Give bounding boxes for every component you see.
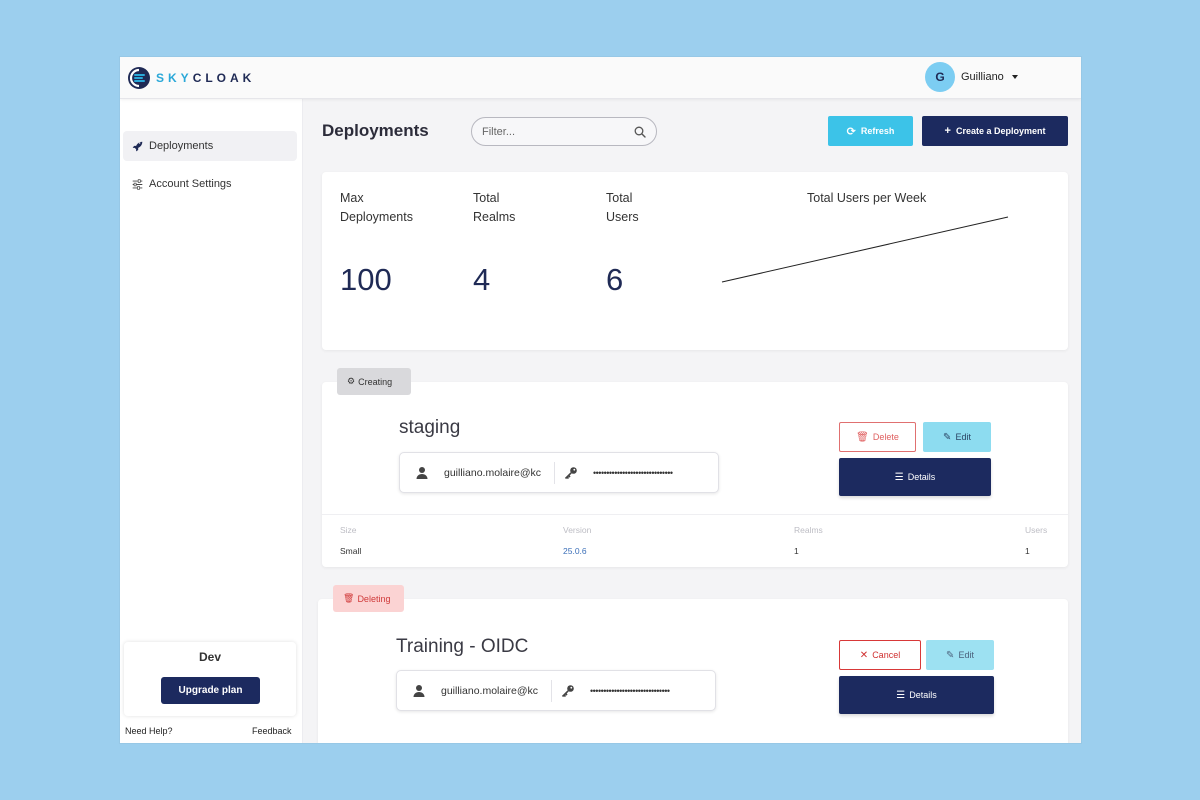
stat-label: Total Users — [606, 191, 639, 224]
pencil-icon: ✎ — [946, 649, 955, 661]
sliders-icon — [130, 177, 144, 191]
app-window: SKYCLOAK G Guilliano Deployments Account… — [120, 57, 1081, 743]
gear-icon: ⚙ — [347, 376, 356, 386]
divider — [551, 679, 552, 702]
meta-value: Small — [340, 546, 362, 556]
meta-value: 1 — [1025, 546, 1030, 556]
filter-box[interactable] — [471, 117, 657, 146]
create-deployment-label: Create a Deployment — [955, 126, 1046, 136]
plan-card: Dev Upgrade plan — [124, 642, 296, 716]
cancel-label: Cancel — [872, 650, 901, 660]
status-label: Creating — [358, 376, 393, 387]
trash-icon: 🗑 — [856, 431, 869, 443]
username-field[interactable]: guilliano.molaire@kc — [441, 685, 547, 697]
meta-version: Version 25.0.6 — [563, 525, 591, 556]
user-icon — [413, 684, 425, 697]
stats-card: Max Deployments 100 Total Realms 4 Total… — [322, 172, 1068, 350]
deployment-name: staging — [399, 417, 461, 438]
divider — [554, 461, 555, 484]
stat-total-realms: Total Realms 4 — [473, 189, 523, 297]
meta-label: Size — [340, 525, 357, 535]
need-help-link[interactable]: Need Help? — [125, 726, 173, 736]
refresh-label: Refresh — [860, 126, 895, 136]
cancel-button[interactable]: ✕ Cancel — [839, 640, 921, 670]
pencil-icon: ✎ — [943, 431, 952, 443]
logo[interactable]: SKYCLOAK — [127, 66, 255, 90]
deployment-meta: Size Small Version 25.0.6 Realms 1 Users… — [322, 514, 1068, 567]
stat-value: 100 — [340, 262, 392, 297]
refresh-button[interactable]: ⟳ Refresh — [828, 116, 913, 146]
meta-label: Users — [1025, 525, 1048, 535]
sidebar: Deployments Account Settings Dev Upgrade… — [120, 99, 303, 743]
close-icon: ✕ — [859, 649, 869, 661]
user-menu[interactable]: G Guilliano — [925, 62, 1018, 92]
stat-label: Total Realms — [473, 191, 516, 224]
username-field[interactable]: guilliano.molaire@kc — [444, 467, 550, 479]
edit-label: Edit — [958, 650, 974, 660]
meta-label: Version — [563, 525, 592, 535]
deployment-card-training-oidc: Training - OIDC guilliano.molaire@kc •••… — [318, 599, 1068, 743]
list-icon: ☰ — [896, 689, 906, 701]
stat-value: 6 — [606, 262, 624, 297]
delete-button[interactable]: 🗑 Delete — [839, 422, 916, 452]
deployment-name: Training - OIDC — [396, 636, 529, 657]
refresh-icon: ⟳ — [846, 125, 856, 138]
sidebar-item-label: Account Settings — [149, 178, 232, 190]
status-badge-creating: ⚙ Creating — [337, 368, 411, 395]
top-bar: SKYCLOAK G Guilliano — [120, 57, 1081, 99]
search-icon[interactable] — [634, 126, 646, 138]
upgrade-plan-button[interactable]: Upgrade plan — [161, 677, 260, 704]
meta-realms: Realms 1 — [794, 525, 823, 556]
stat-value: 4 — [473, 262, 491, 297]
password-field[interactable]: •••••••••••••••••••••••••••••• — [593, 468, 703, 478]
deployment-card-staging: staging guilliano.molaire@kc •••••••••••… — [322, 382, 1068, 567]
sidebar-item-deployments[interactable]: Deployments — [123, 131, 297, 161]
credentials-box: guilliano.molaire@kc •••••••••••••••••••… — [399, 452, 719, 493]
meta-label: Realms — [794, 525, 823, 535]
plus-icon: + — [944, 125, 951, 137]
key-icon — [561, 684, 574, 697]
filter-input[interactable] — [482, 125, 634, 138]
status-label: Deleting — [357, 593, 391, 604]
skycloak-logo-icon — [128, 67, 150, 89]
rocket-icon — [130, 139, 144, 153]
stat-max-deployments: Max Deployments 100 — [340, 189, 430, 297]
meta-value: 1 — [794, 546, 799, 556]
password-field[interactable]: •••••••••••••••••••••••••••••• — [590, 686, 700, 696]
user-name[interactable]: Guilliano — [961, 71, 1004, 83]
brand-name: SKYCLOAK — [156, 71, 256, 85]
page-title: Deployments — [322, 121, 429, 140]
edit-label: Edit — [955, 432, 971, 442]
delete-label: Delete — [872, 432, 899, 442]
caret-down-icon[interactable] — [1011, 75, 1018, 79]
series-line — [721, 216, 1009, 283]
key-icon — [564, 466, 577, 479]
create-deployment-button[interactable]: + Create a Deployment — [922, 116, 1068, 146]
edit-button[interactable]: ✎ Edit — [926, 640, 994, 670]
trash-icon: 🗑 — [343, 593, 355, 603]
feedback-link[interactable]: Feedback — [252, 726, 292, 736]
version-link[interactable]: 25.0.6 — [563, 546, 591, 556]
meta-users: Users 1 — [1025, 525, 1047, 556]
details-label: Details — [907, 472, 936, 482]
details-button[interactable]: ☰ Details — [839, 458, 991, 496]
user-icon — [416, 466, 428, 479]
details-label: Details — [909, 690, 937, 700]
meta-size: Size Small — [340, 525, 361, 556]
avatar[interactable]: G — [925, 62, 955, 92]
stat-label: Max Deployments — [340, 191, 413, 224]
users-per-week-chart — [721, 216, 1009, 283]
sidebar-item-label: Deployments — [149, 140, 214, 152]
list-icon: ☰ — [894, 471, 904, 483]
sidebar-item-account-settings[interactable]: Account Settings — [123, 169, 297, 199]
credentials-box: guilliano.molaire@kc •••••••••••••••••••… — [396, 670, 716, 711]
status-badge-deleting: 🗑 Deleting — [333, 585, 404, 612]
edit-button[interactable]: ✎ Edit — [923, 422, 991, 452]
plan-name: Dev — [198, 650, 221, 664]
stat-total-users: Total Users 6 — [606, 189, 656, 297]
details-button[interactable]: ☰ Details — [839, 676, 994, 714]
